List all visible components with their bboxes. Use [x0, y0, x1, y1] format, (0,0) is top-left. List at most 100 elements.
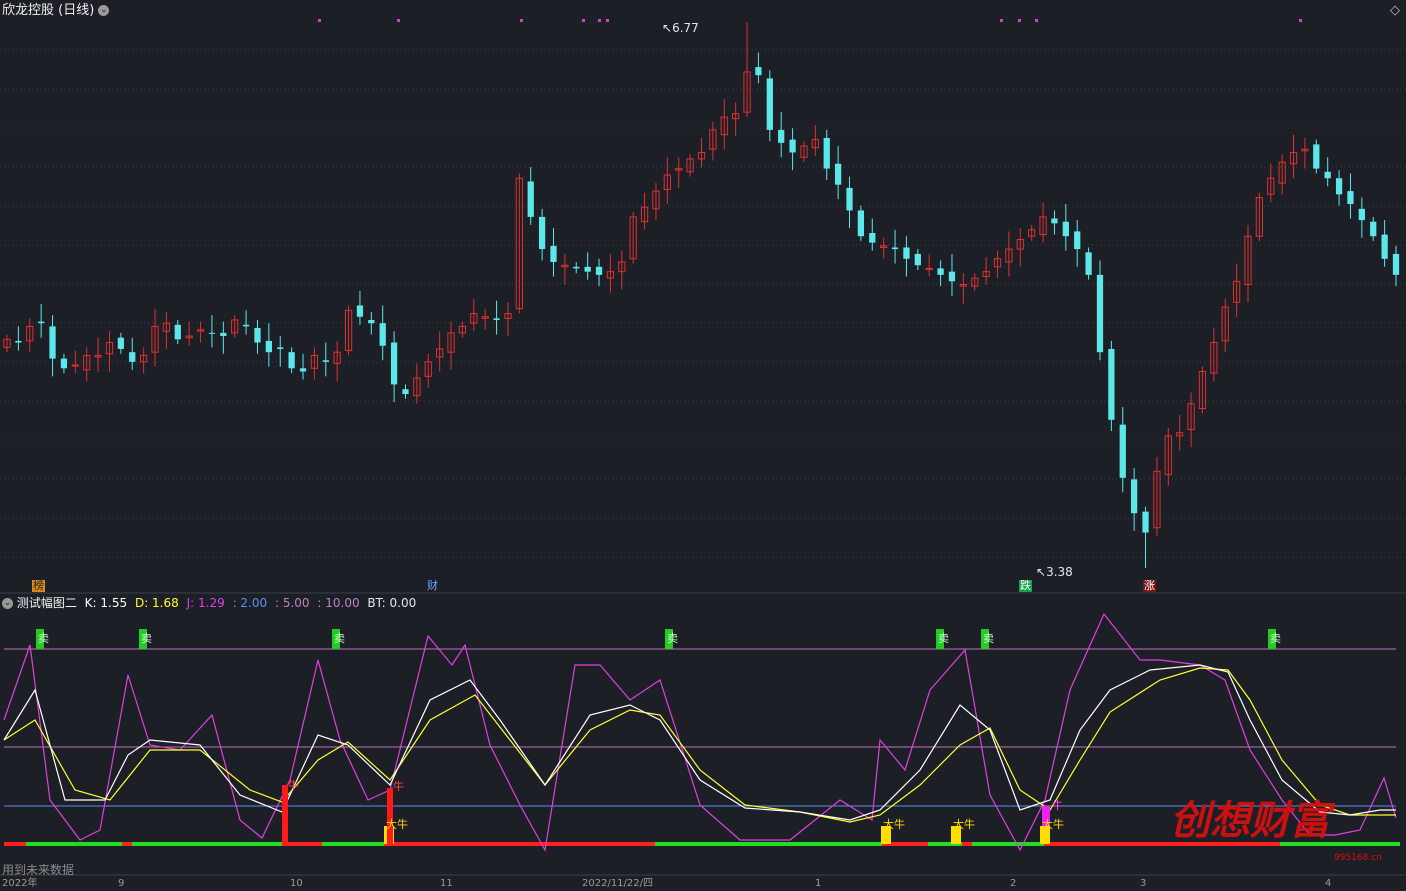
chevron-down-icon[interactable]: ⌄	[2, 598, 13, 609]
chart-canvas[interactable]	[0, 0, 1406, 886]
up-signal-bar	[282, 785, 288, 844]
candle-body-down	[49, 326, 56, 359]
candle-body-down	[402, 389, 409, 395]
signal-dot	[318, 19, 321, 22]
signal-dot	[598, 19, 601, 22]
badge-finance[interactable]: 财	[426, 580, 439, 592]
candle-body-down	[1347, 191, 1354, 204]
time-axis-label: 2022年	[2, 878, 38, 889]
time-axis-label: 11	[440, 878, 453, 889]
candle-body-down	[584, 266, 591, 272]
diamond-icon[interactable]: ◇	[1390, 4, 1400, 18]
sell-signal-label: 卖	[38, 632, 49, 645]
candle-body-down	[60, 358, 68, 369]
candle-body-down	[1074, 231, 1081, 250]
bt-value: BT: 0.00	[367, 596, 417, 610]
candle-body-down	[356, 305, 364, 317]
candle-body-down	[390, 342, 398, 385]
period-label[interactable]: (日线)	[58, 3, 94, 18]
signal-dot	[1035, 19, 1038, 22]
candle-body-down	[265, 340, 272, 353]
candle-body-up	[925, 267, 933, 270]
sell-signal-label: 卖	[983, 632, 994, 645]
candle-body-down	[1381, 234, 1388, 259]
candle-body-down	[299, 368, 307, 372]
up-signal-label: 牛	[288, 779, 299, 792]
future-data-note: 用到未来数据	[2, 863, 75, 877]
trend-bar-segment	[972, 842, 1044, 846]
trend-bar-segment	[384, 842, 655, 846]
candle-body-down	[1142, 511, 1149, 533]
low-price-label: ↖3.38	[1036, 565, 1073, 579]
candle-body-down	[1335, 178, 1343, 195]
candle-body-down	[766, 78, 773, 130]
candle-body-down	[1313, 144, 1320, 169]
candle-body-up	[71, 364, 79, 367]
candle-body-down	[914, 253, 921, 266]
signal-dot	[1018, 19, 1021, 22]
signal-dot	[1299, 19, 1302, 22]
high-price-value: 6.77	[672, 21, 699, 35]
candle-body-down	[595, 266, 603, 275]
candle-body-down	[1131, 479, 1138, 514]
candle-body-down	[288, 352, 295, 369]
candle-body-down	[857, 210, 865, 237]
badge-rise[interactable]: 涨	[1143, 580, 1156, 592]
candle-body-down	[220, 332, 227, 337]
watermark-logo: 创想财富	[1170, 797, 1330, 844]
candle-body-down	[789, 139, 796, 153]
signal-dot	[1000, 19, 1003, 22]
sell-signal-label: 卖	[667, 632, 678, 645]
candle-body-down	[948, 271, 956, 282]
candle-body-down	[573, 266, 580, 269]
trend-bar-segment	[655, 842, 882, 846]
up-signal-bar	[387, 788, 393, 844]
stock-title[interactable]: 欣龙控股	[2, 3, 54, 18]
candle-body-down	[174, 324, 181, 340]
indicator-header: ⌄ 测试幅图二 K: 1.55 D: 1.68 J: 1.29 : 2.00 :…	[2, 596, 416, 610]
candle-body-down	[903, 247, 910, 259]
sell-signal-label: 卖	[1270, 632, 1281, 645]
candle-body-down	[1370, 221, 1377, 237]
candle-body-down	[1108, 348, 1115, 420]
candle-body-down	[379, 323, 386, 346]
candle-body-down	[1119, 424, 1126, 478]
chart-background	[0, 0, 1406, 886]
sell-signal-label: 卖	[141, 632, 152, 645]
trend-bar-segment	[132, 842, 282, 846]
badge-rank[interactable]: 榜	[32, 580, 45, 592]
chevron-down-icon[interactable]: ⌄	[98, 5, 110, 16]
time-axis-label: 1	[815, 878, 822, 889]
sell-signal-label: 卖	[334, 632, 345, 645]
candle-body-down	[277, 347, 284, 349]
signal-dot	[582, 19, 585, 22]
signal-dot	[606, 19, 609, 22]
candle-body-down	[208, 332, 216, 334]
candle-body-down	[550, 245, 557, 262]
candle-body-down	[778, 129, 785, 143]
high-price-label: ↖6.77	[662, 21, 699, 35]
indicator-name[interactable]: 测试幅图二	[17, 596, 77, 610]
time-axis-label: 4	[1325, 878, 1332, 889]
time-axis-label: 2022/11/22/四	[582, 878, 654, 889]
level-2-value: : 2.00	[232, 596, 268, 610]
up-signal-label: 牛	[1052, 799, 1063, 812]
bull-signal-label: 大牛	[386, 818, 408, 831]
candle-body-down	[1051, 218, 1058, 224]
k-value: K: 1.55	[84, 596, 128, 610]
bull-signal-label: 大牛	[953, 818, 975, 831]
trend-bar-segment	[4, 842, 26, 846]
candle-body-down	[937, 268, 944, 275]
time-axis-label: 2	[1010, 878, 1017, 889]
candle-body-down	[242, 324, 250, 327]
badge-fall[interactable]: 跌	[1019, 580, 1032, 592]
candle-body-down	[1392, 253, 1400, 275]
candle-body-down	[527, 181, 534, 217]
candle-body-down	[834, 163, 842, 185]
signal-dot	[397, 19, 400, 22]
candle-body-down	[823, 137, 830, 169]
trend-bar-segment	[26, 842, 122, 846]
candle-body-down	[1062, 221, 1069, 237]
candle-body-down	[846, 187, 853, 211]
trend-bar-segment	[322, 842, 384, 846]
